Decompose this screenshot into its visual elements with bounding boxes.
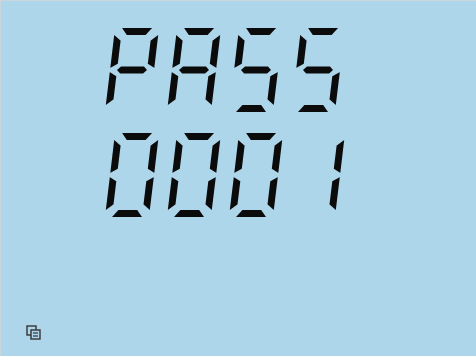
lcd-segment [308, 28, 339, 35]
lcd-segment [209, 35, 221, 68]
lcd-segment [229, 177, 241, 210]
lcd-segment [329, 72, 340, 105]
lcd-segment [267, 72, 278, 105]
lcd-segment [174, 210, 204, 217]
lcd-segment [234, 35, 245, 68]
lcd-segment [271, 140, 283, 173]
lcd-line-1 [105, 28, 340, 112]
lcd-segment [333, 140, 345, 173]
lcd-segment [143, 177, 154, 210]
lcd-segment [209, 140, 221, 173]
lcd-segment [303, 66, 333, 74]
lcd-display [105, 28, 345, 217]
lcd-segment [236, 210, 266, 217]
lcd-segment [179, 66, 209, 74]
lcd-segment [246, 133, 277, 140]
lcd-digit [167, 133, 221, 217]
lcd-segment [241, 66, 271, 74]
lcd-segment [184, 133, 215, 140]
lcd-segment [329, 177, 340, 210]
communication-icon [26, 325, 41, 340]
lcd-segment [112, 210, 142, 217]
lcd-segment [205, 72, 216, 105]
lcd-segment [236, 105, 266, 112]
lcd-digit [167, 28, 221, 105]
lcd-segment [105, 72, 117, 105]
lcd-digit [105, 28, 159, 105]
lcd-segment [298, 105, 328, 112]
lcd-segment [184, 28, 215, 35]
lcd-segment [296, 35, 307, 68]
lcd-segment [105, 177, 117, 210]
lcd-digit [105, 133, 159, 217]
lcd-digit [229, 133, 283, 217]
lcd-segment [172, 140, 183, 173]
lcd-segment [234, 140, 245, 173]
lcd-segment [122, 133, 153, 140]
lcd-segment [172, 35, 183, 68]
lcd-segment [117, 66, 147, 74]
lcd-digit [296, 28, 340, 112]
lcd-digit [329, 140, 345, 210]
lcd-segment [110, 35, 121, 68]
lcd-segment [147, 140, 159, 173]
lcd-segment [167, 177, 179, 210]
lcd-segment [267, 177, 278, 210]
lcd-segment [167, 72, 179, 105]
lcd-segment [205, 177, 216, 210]
lcd-segment [122, 28, 153, 35]
lcd-line-2 [105, 133, 345, 217]
lcd-digit [234, 28, 278, 112]
lcd-segment [110, 140, 121, 173]
lcd-segment [246, 28, 277, 35]
lcd-segment [147, 35, 159, 68]
